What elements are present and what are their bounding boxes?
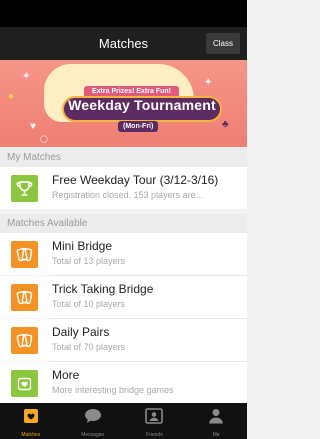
section-my-matches: My Matches — [0, 148, 247, 167]
tab-label: Friends — [146, 432, 163, 438]
tournament-banner[interactable]: ✦ ● ✦ ♣ ♥ ◯ Extra Prizes! Extra Fun! Wee… — [0, 60, 247, 147]
item-title: Free Weekday Tour (3/12-3/16) — [52, 173, 219, 187]
tab-label: Me — [212, 432, 220, 438]
item-title: Mini Bridge — [52, 239, 113, 253]
tab-messages[interactable]: Messages — [62, 403, 124, 439]
class-button[interactable]: Class — [205, 33, 240, 54]
club-icon: ♣ — [222, 119, 229, 130]
dot-icon: ◯ — [40, 136, 48, 143]
header: Matches Class — [0, 27, 247, 60]
item-title: Daily Pairs — [52, 325, 110, 339]
sparkle-icon: ✦ — [204, 77, 213, 88]
banner-title: Weekday Tournament — [68, 97, 216, 113]
matches-icon — [23, 409, 38, 423]
item-subtitle: Total of 13 players — [52, 256, 126, 266]
cards-icon — [11, 284, 38, 311]
sparkle-icon: ● — [8, 91, 15, 102]
chat-bubble-icon — [84, 409, 101, 423]
list-item-trick-taking-bridge[interactable]: Trick Taking Bridge Total of 10 players — [0, 276, 247, 318]
item-subtitle: Registration closed. 153 players are... — [52, 190, 204, 200]
status-bar — [0, 0, 247, 27]
list-item-free-weekday-tour[interactable]: Free Weekday Tour (3/12-3/16) Registrati… — [0, 167, 247, 209]
section-matches-available: Matches Available — [0, 214, 247, 233]
sparkle-icon: ✦ — [22, 71, 31, 82]
cards-icon — [11, 241, 38, 268]
more-games-icon — [11, 370, 38, 397]
tab-matches[interactable]: Matches — [0, 403, 62, 439]
item-subtitle: More interesting bridge games — [52, 385, 174, 395]
tab-label: Matches — [21, 432, 41, 438]
banner-days: (Mon-Fri) — [118, 121, 159, 132]
list-item-daily-pairs[interactable]: Daily Pairs Total of 70 players — [0, 319, 247, 361]
tab-friends[interactable]: Friends — [124, 403, 186, 439]
item-title: Trick Taking Bridge — [52, 282, 154, 296]
item-title: More — [52, 368, 80, 382]
item-subtitle: Total of 70 players — [52, 342, 126, 352]
item-subtitle: Total of 10 players — [52, 299, 126, 309]
bottom-tab-bar: Matches Messages Friends Me — [0, 403, 247, 439]
person-icon — [209, 409, 224, 424]
tab-me[interactable]: Me — [185, 403, 247, 439]
tab-label: Messages — [81, 432, 105, 438]
cards-icon — [11, 327, 38, 354]
trophy-icon — [11, 175, 38, 202]
heart-icon: ♥ — [30, 121, 36, 132]
list-item-more[interactable]: More More interesting bridge games — [0, 362, 247, 404]
contacts-icon — [145, 408, 164, 424]
list-item-mini-bridge[interactable]: Mini Bridge Total of 13 players — [0, 233, 247, 275]
